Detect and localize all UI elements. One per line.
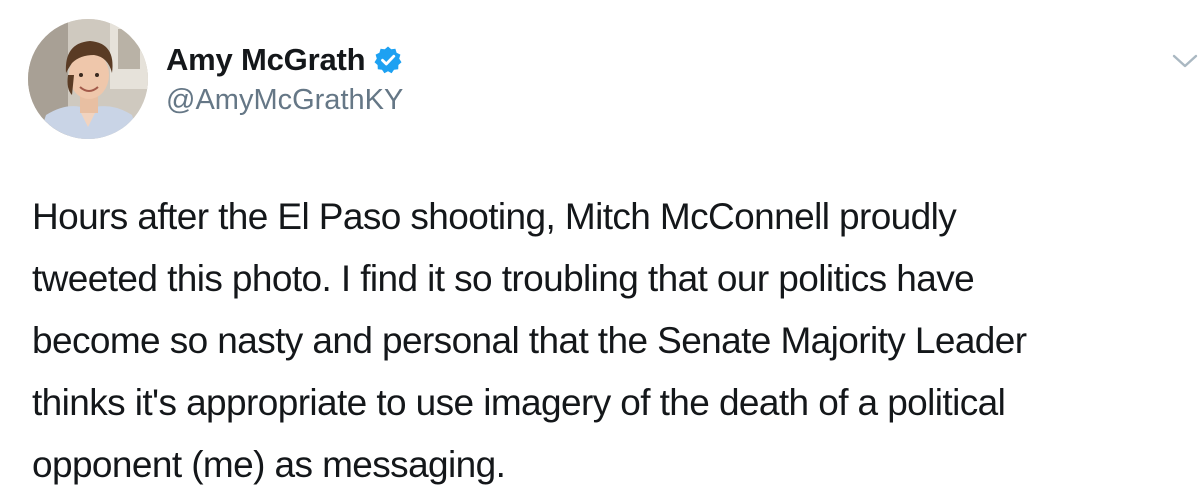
tweet-text-line: thinks it's appropriate to use imagery o… — [32, 382, 1006, 423]
tweet-text-line: Hours after the El Paso shooting, Mitch … — [32, 196, 957, 237]
profile-photo — [28, 19, 148, 139]
tweet-text-line: become so nasty and personal that the Se… — [32, 320, 1027, 361]
avatar[interactable] — [28, 19, 148, 139]
tweet-card: Amy McGrath @AmyMcGrathKY Hours after th… — [0, 0, 1200, 504]
tweet-text-line: opponent (me) as messaging. — [32, 444, 506, 485]
tweet-text: Hours after the El Paso shooting, Mitch … — [32, 186, 1192, 496]
chevron-down-icon[interactable] — [1170, 50, 1200, 72]
tweet-text-line: tweeted this photo. I find it so troubli… — [32, 258, 975, 299]
verified-badge-icon — [373, 45, 403, 75]
user-handle[interactable]: @AmyMcGrathKY — [166, 84, 403, 117]
display-name[interactable]: Amy McGrath — [166, 42, 366, 78]
author-name-row: Amy McGrath — [166, 40, 403, 80]
